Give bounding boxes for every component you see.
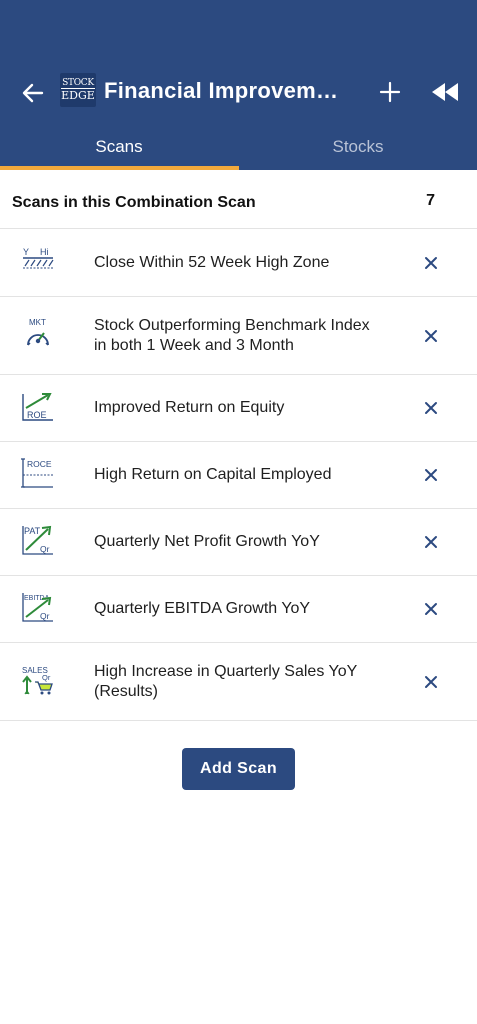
icon-text-y: Y (23, 247, 29, 257)
scan-row[interactable]: EBITDA Qr Quarterly EBITDA Growth YoY (0, 576, 477, 643)
market-speedometer-icon: MKT (27, 318, 49, 346)
scan-row[interactable]: ROCE High Return on Capital Employed (0, 442, 477, 509)
section-header: Scans in this Combination Scan 7 (0, 170, 477, 229)
scan-label: High Increase in Quarterly Sales YoY (Re… (94, 663, 357, 700)
remove-scan-button[interactable] (418, 323, 444, 349)
icon-text-qr: Qr (40, 611, 50, 621)
scan-row[interactable]: ROE Improved Return on Equity (0, 375, 477, 442)
ebitda-growth-icon: EBITDA Qr (22, 593, 53, 622)
icon-text-roce: ROCE (27, 459, 52, 469)
scan-label: Improved Return on Equity (94, 399, 285, 416)
stockedge-logo: STOCK EDGE (60, 73, 96, 107)
tab-scans[interactable]: Scans (0, 124, 238, 170)
tab-bar: Scans Stocks (0, 124, 477, 170)
remove-scan-button[interactable] (418, 529, 444, 555)
52-week-high-icon: Y Hi (23, 247, 54, 269)
add-scan-button[interactable]: Add Scan (182, 748, 295, 790)
logo-line-1: STOCK (62, 78, 94, 88)
icon-text-mkt: MKT (29, 318, 46, 327)
scan-row[interactable]: SALES Qr High Increase in Quarterly Sale… (0, 643, 477, 721)
app-header: STOCK EDGE Financial Improveme... Scans … (0, 0, 477, 170)
remove-scan-button[interactable] (418, 596, 444, 622)
close-icon (425, 676, 437, 688)
plus-icon (379, 81, 401, 103)
close-icon (425, 536, 437, 548)
icon-text-pat: PAT (24, 526, 41, 536)
close-icon (425, 257, 437, 269)
arrow-left-icon (22, 83, 44, 103)
section-title: Scans in this Combination Scan (12, 194, 256, 211)
rewind-button[interactable] (428, 78, 464, 106)
remove-scan-button[interactable] (418, 395, 444, 421)
scan-row[interactable]: MKT Stock Outperforming Benchmark Index … (0, 297, 477, 375)
roe-trend-icon: ROE (22, 393, 53, 421)
page-title: Financial Improveme... (104, 78, 346, 103)
remove-scan-button[interactable] (418, 250, 444, 276)
remove-scan-button[interactable] (418, 669, 444, 695)
add-button[interactable] (374, 76, 406, 108)
sales-growth-icon: SALES Qr (22, 666, 53, 695)
app-bar: STOCK EDGE Financial Improveme... (0, 64, 477, 120)
icon-text-qr: Qr (42, 673, 51, 682)
remove-scan-button[interactable] (418, 462, 444, 488)
logo-line-2: EDGE (61, 88, 95, 102)
scan-label: Close Within 52 Week High Zone (94, 254, 330, 271)
roce-icon: ROCE (21, 458, 53, 488)
scan-list: Y Hi Close Within 52 Week High Zone MKT … (0, 230, 477, 721)
icon-text-qr: Qr (40, 544, 50, 554)
icon-text-roe: ROE (27, 410, 47, 420)
close-icon (425, 402, 437, 414)
scan-count: 7 (426, 192, 435, 209)
rewind-icon (432, 83, 458, 101)
scan-label: High Return on Capital Employed (94, 466, 332, 483)
close-icon (425, 603, 437, 615)
scan-label: Stock Outperforming Benchmark Index in b… (94, 317, 370, 354)
scan-label: Quarterly Net Profit Growth YoY (94, 533, 320, 550)
scan-row[interactable]: Y Hi Close Within 52 Week High Zone (0, 230, 477, 297)
pat-growth-icon: PAT Qr (22, 525, 53, 555)
close-icon (425, 469, 437, 481)
back-button[interactable] (16, 76, 50, 110)
scan-label: Quarterly EBITDA Growth YoY (94, 600, 311, 617)
scan-row[interactable]: PAT Qr Quarterly Net Profit Growth YoY (0, 509, 477, 576)
icon-text-hi: Hi (40, 247, 49, 257)
tab-stocks[interactable]: Stocks (239, 124, 477, 170)
close-icon (425, 330, 437, 342)
